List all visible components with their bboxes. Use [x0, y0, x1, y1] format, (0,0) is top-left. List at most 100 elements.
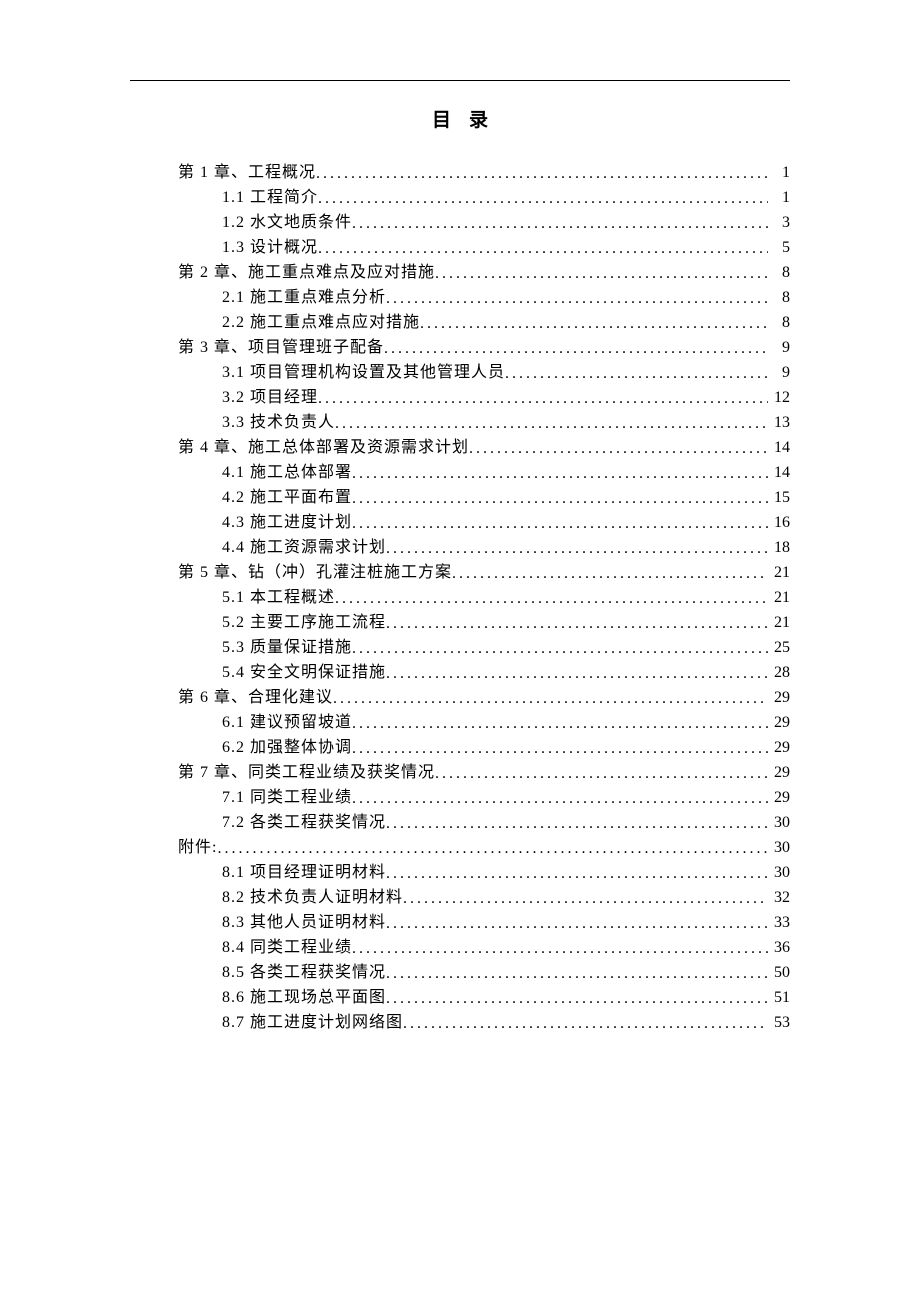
toc-entry-label: 8.3 其他人员证明材料 — [222, 910, 386, 935]
toc-entry: 1.3 设计概况5 — [130, 235, 790, 260]
toc-leader-dots — [333, 686, 768, 710]
toc-leader-dots — [217, 836, 768, 860]
toc-leader-dots — [318, 186, 768, 210]
toc-entry: 2.1 施工重点难点分析 8 — [130, 285, 790, 310]
toc-leader-dots — [316, 161, 768, 185]
toc-entry-label: 3.2 项目经理 — [222, 385, 318, 410]
toc-entry: 附件: 30 — [130, 835, 790, 860]
toc-entry: 第 5 章、钻（冲）孔灌注桩施工方案21 — [130, 560, 790, 585]
toc-entry-label: 5.4 安全文明保证措施 — [222, 660, 386, 685]
toc-entry-page: 28 — [768, 660, 790, 685]
toc-title: 目录 — [130, 105, 790, 132]
toc-entry-page: 12 — [768, 385, 790, 410]
toc-leader-dots — [318, 236, 768, 260]
toc-entry-page: 53 — [768, 1010, 790, 1035]
toc-entry-label: 8.5 各类工程获奖情况 — [222, 960, 386, 985]
document-page: 目录 第 1 章、工程概况11.1 工程简介11.2 水文地质条件31.3 设计… — [0, 0, 920, 1035]
toc-entry-page: 29 — [768, 735, 790, 760]
toc-entry: 第 1 章、工程概况1 — [130, 160, 790, 185]
toc-entry-page: 13 — [768, 410, 790, 435]
toc-entry-page: 29 — [768, 785, 790, 810]
toc-leader-dots — [403, 886, 768, 910]
toc-entry-page: 15 — [768, 485, 790, 510]
toc-entry: 4.4 施工资源需求计划 18 — [130, 535, 790, 560]
toc-leader-dots — [386, 286, 768, 310]
toc-leader-dots — [335, 411, 768, 435]
toc-entry: 第 3 章、项目管理班子配备9 — [130, 335, 790, 360]
toc-entry-page: 8 — [768, 285, 790, 310]
toc-leader-dots — [352, 511, 768, 535]
toc-entry: 4.2 施工平面布置15 — [130, 485, 790, 510]
toc-entry-page: 30 — [768, 835, 790, 860]
toc-entry-label: 2.2 施工重点难点应对措施 — [222, 310, 420, 335]
toc-entry: 8.1 项目经理证明材料30 — [130, 860, 790, 885]
toc-entry: 8.5 各类工程获奖情况 50 — [130, 960, 790, 985]
toc-entry-page: 30 — [768, 810, 790, 835]
toc-entry-page: 21 — [768, 610, 790, 635]
toc-leader-dots — [352, 636, 768, 660]
toc-entry: 第 6 章、合理化建议29 — [130, 685, 790, 710]
toc-leader-dots — [352, 461, 768, 485]
toc-entry-label: 第 1 章、工程概况 — [178, 160, 316, 185]
toc-entry-label: 1.1 工程简介 — [222, 185, 318, 210]
toc-entry-label: 4.4 施工资源需求计划 — [222, 535, 386, 560]
toc-entry-label: 第 3 章、项目管理班子配备 — [178, 335, 384, 360]
toc-entry: 8.3 其他人员证明材料33 — [130, 910, 790, 935]
toc-entry: 1.2 水文地质条件3 — [130, 210, 790, 235]
toc-entry: 8.6 施工现场总平面图51 — [130, 985, 790, 1010]
toc-entry-label: 8.7 施工进度计划网络图 — [222, 1010, 403, 1035]
toc-entry-page: 14 — [768, 460, 790, 485]
toc-entry-label: 5.1 本工程概述 — [222, 585, 335, 610]
toc-entry-page: 8 — [768, 310, 790, 335]
toc-leader-dots — [386, 986, 768, 1010]
toc-entry-page: 18 — [768, 535, 790, 560]
toc-entry-page: 50 — [768, 960, 790, 985]
toc-entry-page: 3 — [768, 210, 790, 235]
toc-leader-dots — [352, 711, 768, 735]
toc-leader-dots — [352, 936, 768, 960]
toc-entry-label: 第 2 章、施工重点难点及应对措施 — [178, 260, 435, 285]
toc-entry-label: 3.1 项目管理机构设置及其他管理人员 — [222, 360, 505, 385]
header-rule — [130, 80, 790, 81]
toc-entry: 5.4 安全文明保证措施 28 — [130, 660, 790, 685]
toc-leader-dots — [386, 536, 768, 560]
toc-entry-label: 第 4 章、施工总体部署及资源需求计划 — [178, 435, 469, 460]
toc-entry-label: 2.1 施工重点难点分析 — [222, 285, 386, 310]
toc-leader-dots — [435, 261, 768, 285]
toc-entry-label: 4.3 施工进度计划 — [222, 510, 352, 535]
toc-entry: 8.2 技术负责人证明材料32 — [130, 885, 790, 910]
toc-entry: 4.1 施工总体部署14 — [130, 460, 790, 485]
toc-entry: 5.2 主要工序施工流程21 — [130, 610, 790, 635]
toc-entry-page: 51 — [768, 985, 790, 1010]
toc-leader-dots — [384, 336, 768, 360]
toc-entry-page: 25 — [768, 635, 790, 660]
toc-entry-label: 7.2 各类工程获奖情况 — [222, 810, 386, 835]
toc-entry-label: 8.4 同类工程业绩 — [222, 935, 352, 960]
toc-leader-dots — [386, 911, 768, 935]
toc-entry: 4.3 施工进度计划 16 — [130, 510, 790, 535]
toc-leader-dots — [469, 436, 768, 460]
toc-entry: 6.1 建议预留坡道29 — [130, 710, 790, 735]
toc-leader-dots — [335, 586, 768, 610]
toc-entry-page: 14 — [768, 435, 790, 460]
toc-leader-dots — [352, 786, 768, 810]
toc-leader-dots — [352, 486, 768, 510]
toc-entry-page: 16 — [768, 510, 790, 535]
toc-entry: 6.2 加强整体协调 29 — [130, 735, 790, 760]
toc-entry: 第 4 章、施工总体部署及资源需求计划 14 — [130, 435, 790, 460]
toc-entry-page: 29 — [768, 685, 790, 710]
toc-entry-page: 29 — [768, 710, 790, 735]
toc-entry-label: 8.2 技术负责人证明材料 — [222, 885, 403, 910]
toc-entry-page: 36 — [768, 935, 790, 960]
toc-entry: 7.1 同类工程业绩29 — [130, 785, 790, 810]
toc-entry-label: 附件: — [178, 835, 217, 860]
toc-entry-page: 9 — [768, 360, 790, 385]
toc-entry: 5.3 质量保证措施 25 — [130, 635, 790, 660]
toc-leader-dots — [452, 561, 768, 585]
toc-leader-dots — [386, 961, 768, 985]
toc-entry-label: 8.1 项目经理证明材料 — [222, 860, 386, 885]
toc-entry: 3.2 项目经理 12 — [130, 385, 790, 410]
toc-entry-label: 5.3 质量保证措施 — [222, 635, 352, 660]
toc-entry-label: 第 7 章、同类工程业绩及获奖情况 — [178, 760, 435, 785]
toc-entry-label: 6.2 加强整体协调 — [222, 735, 352, 760]
